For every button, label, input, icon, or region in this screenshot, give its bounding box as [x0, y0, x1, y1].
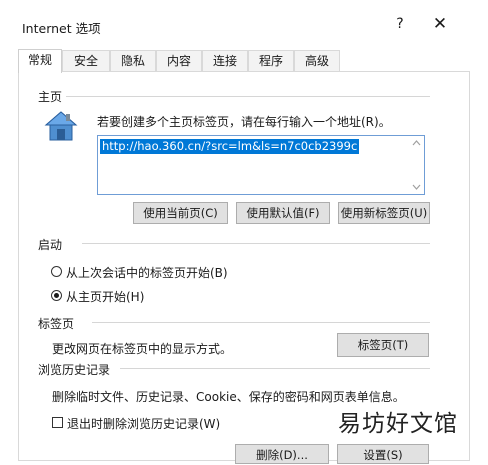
tab-programs[interactable]: 程序 [248, 50, 294, 71]
textarea-scrollbar[interactable] [409, 136, 424, 194]
startup-group-rule [82, 243, 430, 244]
use-default-button[interactable]: 使用默认值(F) [236, 202, 330, 224]
use-new-tab-button[interactable]: 使用新标签页(U) [338, 202, 430, 224]
home-url-value: http://hao.360.cn/?src=lm&ls=n7c0cb2399c [100, 139, 360, 154]
tabs-group-rule [92, 322, 430, 323]
tab-advanced[interactable]: 高级 [294, 50, 340, 71]
tabs-settings-button[interactable]: 标签页(T) [337, 333, 429, 357]
delete-on-exit-label: 退出时删除浏览历史记录(W) [67, 417, 221, 431]
delete-on-exit-checkbox[interactable] [52, 417, 63, 428]
tab-general[interactable]: 常规 [18, 49, 62, 73]
tabs-description: 更改网页在标签页中的显示方式。 [52, 342, 233, 356]
history-settings-button[interactable]: 设置(S) [337, 444, 429, 464]
tab-connections[interactable]: 连接 [202, 50, 248, 71]
radio-home-page-label: 从主页开始(H) [66, 290, 145, 304]
history-group-rule [120, 368, 430, 369]
tabs-group-title: 标签页 [38, 315, 75, 332]
radio-home-page[interactable] [51, 290, 62, 301]
delete-history-button[interactable]: 删除(D)... [235, 444, 329, 464]
history-description: 删除临时文件、历史记录、Cookie、保存的密码和网页表单信息。 [52, 390, 405, 404]
window-title: Internet 选项 [22, 21, 101, 36]
home-group-title: 主页 [38, 88, 63, 105]
home-icon [44, 111, 78, 141]
home-instruction: 若要创建多个主页标签页，请在每行输入一个地址(R)。 [97, 115, 391, 129]
watermark-text: 易坊好文馆 [338, 411, 458, 437]
use-current-button[interactable]: 使用当前页(C) [133, 202, 228, 224]
radio-last-session-label: 从上次会话中的标签页开始(B) [66, 266, 228, 280]
close-button[interactable]: ✕ [428, 12, 452, 36]
help-button[interactable]: ? [388, 12, 412, 36]
tab-privacy[interactable]: 隐私 [110, 50, 156, 71]
tab-content[interactable]: 内容 [156, 50, 202, 71]
history-group-title: 浏览历史记录 [38, 361, 111, 378]
tab-security[interactable]: 安全 [62, 50, 110, 71]
radio-last-session[interactable] [51, 266, 62, 277]
startup-group-title: 启动 [38, 236, 63, 253]
home-group-rule [66, 96, 430, 97]
